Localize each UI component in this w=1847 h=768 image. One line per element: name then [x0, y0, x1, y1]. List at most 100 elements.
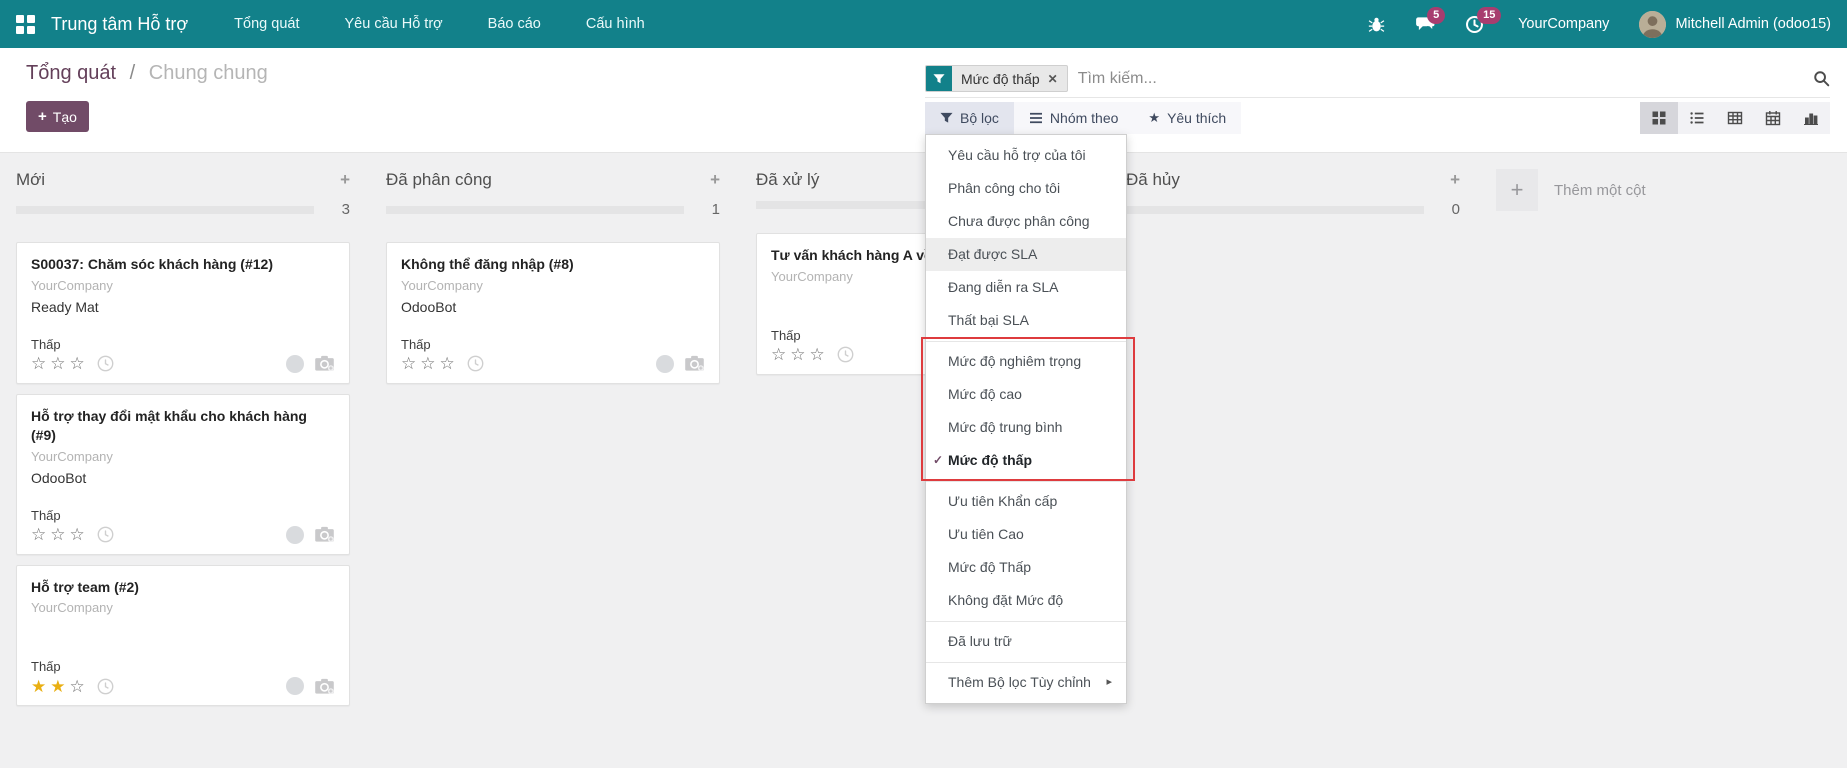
filter-menu-item[interactable]: Ưu tiên Khẩn cấp [926, 485, 1126, 518]
activity-clock-icon[interactable] [467, 355, 484, 372]
kanban-card[interactable]: Không thể đăng nhập (#8) YourCompany Odo… [386, 242, 720, 384]
star-empty-icon[interactable]: ☆ [420, 354, 439, 373]
pivot-view-button[interactable] [1716, 102, 1754, 134]
filter-dropdown: Yêu cầu hỗ trợ của tôiPhân công cho tôiC… [925, 134, 1127, 704]
assignee-avatar-placeholder[interactable] [286, 677, 304, 695]
quick-add-icon[interactable]: + [340, 170, 350, 190]
kanban-card[interactable]: Hỗ trợ thay đổi mật khẩu cho khách hàng … [16, 394, 350, 555]
column-progressbar[interactable] [1126, 206, 1424, 214]
star-empty-icon[interactable]: ☆ [810, 345, 829, 364]
filter-menu-item[interactable]: Yêu cầu hỗ trợ của tôi [926, 139, 1126, 172]
breadcrumb: Tổng quát / Chung chung [26, 62, 268, 85]
filter-menu-item[interactable]: Phân công cho tôi [926, 172, 1126, 205]
column-progressbar[interactable] [16, 206, 314, 214]
camera-add-icon[interactable] [314, 355, 335, 372]
list-view-button[interactable] [1678, 102, 1716, 134]
filter-menu-item[interactable]: ✓Mức độ thấp [926, 444, 1126, 477]
filter-menu-item[interactable]: Đang diễn ra SLA [926, 271, 1126, 304]
apps-menu-icon[interactable] [16, 15, 35, 34]
menu-divider [926, 621, 1126, 622]
app-title[interactable]: Trung tâm Hỗ trợ [51, 14, 188, 35]
activity-clock-icon[interactable] [97, 678, 114, 695]
star-empty-icon[interactable]: ☆ [70, 354, 89, 373]
priority-stars[interactable]: ☆☆☆ [401, 355, 459, 372]
star-empty-icon[interactable]: ☆ [771, 345, 790, 364]
user-name: Mitchell Admin (odoo15) [1675, 16, 1831, 32]
star-empty-icon[interactable]: ☆ [50, 525, 69, 544]
assignee-avatar-placeholder[interactable] [656, 355, 674, 373]
card-title: Hỗ trợ team (#2) [31, 578, 335, 598]
assignee-avatar-placeholder[interactable] [286, 355, 304, 373]
calendar-view-button[interactable] [1754, 102, 1792, 134]
graph-view-button[interactable] [1792, 102, 1830, 134]
nav-menu-item[interactable]: Báo cáo [488, 16, 541, 32]
kanban-column: Đã phân công + 1 Không thể đăng nhập (#8… [386, 167, 720, 716]
star-empty-icon[interactable]: ☆ [70, 677, 89, 696]
column-title: Đã xử lý [756, 170, 819, 190]
favorites-button[interactable]: ★ Yêu thích [1133, 102, 1241, 134]
activity-clock-icon[interactable] [97, 355, 114, 372]
column-title: Mới [16, 170, 45, 190]
filter-menu-item[interactable]: Ưu tiên Cao [926, 518, 1126, 551]
filter-menu-item[interactable]: Đạt được SLA [926, 238, 1126, 271]
star-empty-icon[interactable]: ☆ [790, 345, 809, 364]
filter-menu-item[interactable]: Thất bại SLA [926, 304, 1126, 337]
filters-button[interactable]: Bộ lọc [925, 102, 1014, 134]
group-by-button[interactable]: Nhóm theo [1014, 102, 1133, 134]
plus-icon: + [1496, 169, 1538, 211]
star-empty-icon[interactable]: ☆ [70, 525, 89, 544]
priority-stars[interactable]: ☆☆☆ [771, 346, 829, 363]
camera-add-icon[interactable] [314, 678, 335, 695]
card-company: YourCompany [31, 600, 335, 615]
debug-bug-icon[interactable] [1368, 16, 1385, 33]
create-button[interactable]: + Tạo [26, 101, 89, 132]
messages-badge: 5 [1427, 7, 1445, 24]
star-empty-icon[interactable]: ☆ [50, 354, 69, 373]
quick-add-icon[interactable]: + [1450, 170, 1460, 190]
filter-menu-item[interactable]: Không đặt Mức độ [926, 584, 1126, 617]
priority-stars[interactable]: ★★☆ [31, 678, 89, 695]
camera-add-icon[interactable] [314, 526, 335, 543]
star-filled-icon[interactable]: ★ [50, 677, 69, 696]
assignee-avatar-placeholder[interactable] [286, 526, 304, 544]
filter-menu-item[interactable]: Mức độ Thấp [926, 551, 1126, 584]
filter-menu-item[interactable]: Mức độ trung bình [926, 411, 1126, 444]
star-filled-icon[interactable]: ★ [31, 677, 50, 696]
quick-add-icon[interactable]: + [710, 170, 720, 190]
priority-stars[interactable]: ☆☆☆ [31, 526, 89, 543]
card-priority-tag: Thấp [31, 659, 335, 674]
star-empty-icon[interactable]: ☆ [31, 525, 50, 544]
nav-menu-item[interactable]: Cấu hình [586, 16, 645, 32]
activity-clock-icon[interactable] [97, 526, 114, 543]
column-progressbar[interactable] [386, 206, 684, 214]
filter-menu-item[interactable]: Mức độ cao [926, 378, 1126, 411]
messages-icon[interactable]: 5 [1415, 15, 1435, 33]
kanban-view-button[interactable] [1640, 102, 1678, 134]
add-column-button[interactable]: + Thêm một cột [1496, 169, 1646, 211]
filter-menu-item[interactable]: Chưa được phân công [926, 205, 1126, 238]
search-input[interactable] [1078, 70, 1813, 88]
filter-menu-item[interactable]: Mức độ nghiêm trọng [926, 345, 1126, 378]
user-menu[interactable]: Mitchell Admin (odoo15) [1639, 11, 1831, 38]
star-empty-icon[interactable]: ☆ [31, 354, 50, 373]
company-switcher[interactable]: YourCompany [1518, 16, 1609, 32]
search-icon[interactable] [1813, 70, 1830, 87]
filter-menu-item[interactable]: Thêm Bộ lọc Tùy chỉnh▸ [926, 666, 1126, 699]
star-empty-icon[interactable]: ☆ [401, 354, 420, 373]
activity-clock-icon[interactable] [837, 346, 854, 363]
activities-badge: 15 [1477, 7, 1501, 24]
kanban-card[interactable]: Hỗ trợ team (#2) YourCompany Thấp ★★☆ [16, 565, 350, 707]
column-count: 1 [684, 201, 720, 218]
nav-menu-item[interactable]: Tổng quát [234, 16, 299, 32]
priority-stars[interactable]: ☆☆☆ [31, 355, 89, 372]
camera-add-icon[interactable] [684, 355, 705, 372]
star-empty-icon[interactable]: ☆ [440, 354, 459, 373]
filter-facet-icon [926, 66, 952, 91]
breadcrumb-parent[interactable]: Tổng quát [26, 62, 116, 84]
nav-menu-item[interactable]: Yêu cầu Hỗ trợ [344, 16, 442, 32]
activities-clock-icon[interactable]: 15 [1465, 15, 1484, 34]
kanban-card[interactable]: S00037: Chăm sóc khách hàng (#12) YourCo… [16, 242, 350, 384]
filter-menu-item[interactable]: Đã lưu trữ [926, 625, 1126, 658]
facet-remove-icon[interactable]: ✕ [1048, 72, 1058, 86]
menu-divider [926, 662, 1126, 663]
